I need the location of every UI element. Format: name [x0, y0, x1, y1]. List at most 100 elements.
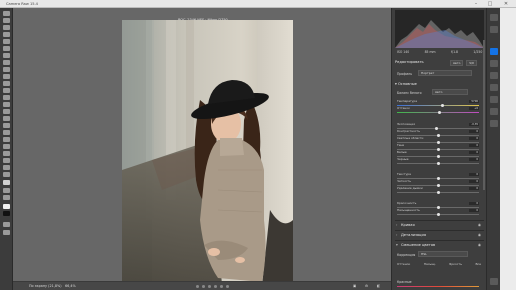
adjustment-brush-icon[interactable]: [3, 81, 10, 86]
close-button[interactable]: ✕: [500, 0, 512, 8]
more-icon[interactable]: [3, 195, 10, 200]
radial-filter-icon[interactable]: [3, 95, 10, 100]
filmstrip-dot[interactable]: [214, 285, 217, 288]
presets-icon[interactable]: [490, 108, 498, 115]
slider-value-field[interactable]: 0: [469, 130, 479, 134]
basic-section-header[interactable]: ▾ Основные: [395, 82, 484, 86]
slider-row[interactable]: Насыщенность 0: [397, 208, 479, 219]
wb-dropdown[interactable]: Авто: [432, 89, 468, 95]
transform-icon[interactable]: [3, 60, 10, 65]
slider-value-field[interactable]: 0: [469, 151, 479, 155]
hand-tool-icon[interactable]: [3, 18, 10, 23]
settings-icon[interactable]: [3, 188, 10, 193]
more-options-icon[interactable]: [490, 14, 498, 21]
red-eye-icon[interactable]: [3, 74, 10, 79]
maximize-button[interactable]: □: [484, 0, 496, 8]
eye-icon[interactable]: ◉: [478, 231, 481, 240]
pencil-icon[interactable]: [3, 116, 10, 121]
target-adjust-icon[interactable]: [3, 39, 10, 44]
filmstrip-dot[interactable]: [226, 285, 229, 288]
slider-value-field[interactable]: 0: [469, 144, 479, 148]
edit-icon[interactable]: [490, 48, 498, 55]
slider-value-field[interactable]: +6: [469, 107, 479, 111]
eye-icon[interactable]: ◉: [478, 241, 481, 250]
healing-icon[interactable]: [490, 72, 498, 79]
snapshots-icon[interactable]: [490, 120, 498, 127]
curve-section[interactable]: › Кривая ◉: [395, 220, 484, 229]
before-after-icon[interactable]: ◧: [377, 282, 380, 290]
color-sampler-icon[interactable]: [3, 32, 10, 37]
zoom-label[interactable]: По экрану (21,8%): [29, 282, 62, 290]
quick-mask-icon[interactable]: [3, 222, 10, 227]
auto-button[interactable]: Авто: [450, 60, 464, 66]
select-icon[interactable]: [3, 151, 10, 156]
slider-label: Четкость: [397, 179, 411, 183]
text-icon[interactable]: [3, 137, 10, 142]
expand-icon[interactable]: [490, 26, 498, 33]
slider-row[interactable]: Оттенок +6: [397, 106, 479, 117]
slider-value-field[interactable]: 0: [469, 180, 479, 184]
more-icon[interactable]: [490, 278, 498, 285]
tab-all[interactable]: Все: [475, 262, 481, 266]
zoom-tool-icon[interactable]: [3, 11, 10, 16]
filmstrip-dot[interactable]: [196, 285, 199, 288]
eye-icon[interactable]: ◉: [478, 221, 481, 230]
detail-section[interactable]: › Детализация ◉: [395, 230, 484, 239]
compare-view-icon[interactable]: ▣: [353, 282, 356, 290]
zoom-icon[interactable]: [3, 172, 10, 177]
settings-gear-icon[interactable]: ⚙: [365, 282, 368, 290]
background-color-swatch[interactable]: [3, 211, 10, 216]
slider-row[interactable]: Удаление дымки 0: [397, 186, 479, 197]
rotate-right-icon[interactable]: [3, 109, 10, 114]
slider-thumb[interactable]: [436, 162, 440, 166]
tab-hue[interactable]: Оттенок: [397, 262, 410, 266]
slider-row[interactable]: Черные 0: [397, 157, 479, 168]
color-mixer-section[interactable]: ▾ Смешение цветов ◉: [395, 240, 484, 249]
slider-thumb[interactable]: [438, 111, 442, 115]
adjust-dropdown[interactable]: HSL: [418, 251, 468, 257]
zoom-value[interactable]: 66,4%: [65, 282, 76, 290]
crop-icon[interactable]: [3, 46, 10, 51]
red-eye-icon[interactable]: [490, 96, 498, 103]
graduated-filter-icon[interactable]: [3, 88, 10, 93]
screen-mode-icon[interactable]: [3, 230, 10, 235]
pen-icon[interactable]: [3, 144, 10, 149]
minimize-button[interactable]: –: [470, 0, 482, 8]
filmstrip-dot[interactable]: [220, 285, 223, 288]
tab-saturation[interactable]: Насыщ.: [424, 262, 436, 266]
bw-button[interactable]: Ч/б: [466, 60, 477, 66]
filmstrip-dots[interactable]: [196, 285, 236, 288]
panel-scrollbar[interactable]: [483, 40, 485, 190]
slider-value-field[interactable]: 0: [469, 158, 479, 162]
masking-icon[interactable]: [490, 84, 498, 91]
filmstrip-dot[interactable]: [202, 285, 205, 288]
slider-value-field[interactable]: 0: [469, 137, 479, 141]
eraser-icon[interactable]: [3, 123, 10, 128]
canvas-area[interactable]: _BOC_2346.NEF · Nikon D750: [13, 8, 391, 290]
slider-value-field[interactable]: 5700: [469, 100, 479, 104]
straighten-icon[interactable]: [3, 53, 10, 58]
chevron-down-icon: ▾: [396, 243, 398, 247]
photo-preview[interactable]: [122, 20, 293, 286]
slider-value-field[interactable]: 0: [469, 187, 479, 191]
spot-removal-icon[interactable]: [3, 67, 10, 72]
slider-value-field[interactable]: 0: [469, 209, 479, 213]
rotate-left-icon[interactable]: [3, 102, 10, 107]
slider-value-field[interactable]: -0,35: [469, 123, 479, 127]
fill-icon[interactable]: [3, 130, 10, 135]
slider-value-field[interactable]: 0: [469, 173, 479, 177]
right-toolbar: [486, 8, 500, 290]
foreground-color-swatch[interactable]: [3, 204, 10, 209]
profile-dropdown[interactable]: Портрет: [418, 70, 472, 76]
active-tool-icon[interactable]: [3, 180, 10, 185]
filmstrip-dot[interactable]: [208, 285, 211, 288]
tab-luminance[interactable]: Яркость: [449, 262, 462, 266]
reds-track[interactable]: [397, 286, 479, 287]
shape-icon[interactable]: [3, 158, 10, 163]
slider-thumb[interactable]: [436, 191, 440, 195]
slider-thumb[interactable]: [436, 213, 440, 217]
hand-icon[interactable]: [3, 165, 10, 170]
crop-rotate-icon[interactable]: [490, 60, 498, 67]
white-balance-tool-icon[interactable]: [3, 25, 10, 30]
slider-value-field[interactable]: 0: [469, 202, 479, 206]
